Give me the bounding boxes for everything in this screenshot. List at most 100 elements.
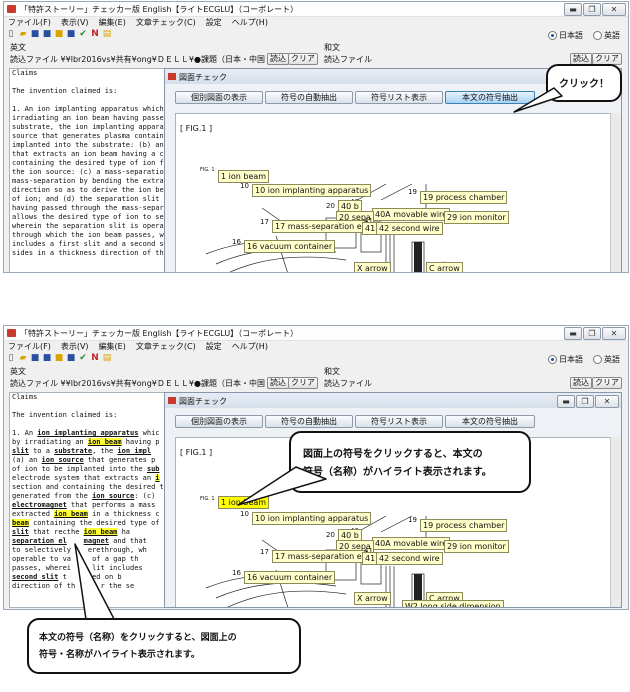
ref-term[interactable]: substrate	[54, 447, 92, 455]
menu-view[interactable]: 表示(V)	[57, 17, 95, 28]
ref-tag-19[interactable]: 19 process chamber	[420, 519, 508, 532]
tab-ref-list[interactable]: 符号リスト表示	[355, 91, 443, 104]
ref-term-highlighted[interactable]: ion beam	[54, 510, 88, 518]
tab-text-ref-extract[interactable]: 本文の符号抽出	[445, 415, 535, 428]
dialog-scrollbar[interactable]	[610, 437, 621, 607]
text-segment: : (c)	[134, 492, 156, 500]
minimize-icon[interactable]: ▬	[557, 395, 575, 408]
check-icon[interactable]: ✔	[78, 353, 88, 363]
ref-number-19: 19	[408, 516, 417, 524]
menu-view[interactable]: 表示(V)	[57, 341, 95, 352]
ref-term[interactable]: slit	[12, 528, 29, 536]
japanese-label: 和文	[324, 43, 340, 52]
menu-file[interactable]: ファイル(F)	[4, 341, 57, 352]
book-icon[interactable]: ▤	[102, 353, 112, 363]
maximize-icon[interactable]: ❐	[583, 3, 601, 16]
ref-term[interactable]: electromagnet	[12, 501, 67, 509]
close-icon[interactable]: ✕	[595, 395, 619, 408]
menu-settings[interactable]: 設定	[202, 17, 228, 28]
ref-tag-10[interactable]: 10 ion implanting apparatus	[252, 184, 372, 197]
tab-ref-list[interactable]: 符号リスト表示	[355, 415, 443, 428]
clear-button-right[interactable]: クリア	[592, 377, 622, 389]
text-line: section and containing the desired t	[10, 483, 165, 492]
tab-auto-extract[interactable]: 符号の自動抽出	[265, 415, 353, 428]
menu-file[interactable]: ファイル(F)	[4, 17, 57, 28]
tab-auto-extract[interactable]: 符号の自動抽出	[265, 91, 353, 104]
text-line: by irradiating an ion beam having p	[10, 438, 165, 447]
radio-japanese[interactable]: 日本語	[548, 354, 583, 365]
menu-check[interactable]: 文章チェック(C)	[132, 341, 202, 352]
ref-term[interactable]: ion implanting apparatus	[37, 429, 138, 437]
save-as-icon[interactable]: ■	[42, 353, 52, 363]
menu-edit[interactable]: 編集(E)	[95, 17, 132, 28]
read-button-left[interactable]: 読込	[267, 377, 289, 389]
read-button-left[interactable]: 読込	[267, 53, 289, 65]
ref-term[interactable]: ion impl	[117, 447, 151, 455]
ref-tag-19[interactable]: 19 process chamber	[420, 191, 508, 204]
export-icon[interactable]: ■	[66, 353, 76, 363]
n-icon[interactable]: N	[90, 29, 100, 39]
ref-term-highlighted[interactable]: ion beam	[87, 438, 122, 446]
radio-english[interactable]: 英語	[593, 354, 620, 365]
ref-tag-x[interactable]: X arrow	[354, 592, 391, 605]
text-segment: whic	[138, 429, 160, 437]
dialog-app-icon	[168, 397, 176, 404]
menu-settings[interactable]: 設定	[202, 341, 228, 352]
ref-tag-29[interactable]: 29 ion monitor	[444, 211, 509, 224]
menu-edit[interactable]: 編集(E)	[95, 341, 132, 352]
radio-japanese[interactable]: 日本語	[548, 30, 583, 41]
folder-open-icon[interactable]: ▰	[18, 353, 28, 363]
ref-term[interactable]: ion source	[92, 492, 134, 500]
minimize-icon[interactable]: ▬	[564, 3, 582, 16]
ref-tag-42[interactable]: 42 second wire	[376, 552, 443, 565]
check-icon[interactable]: ✔	[78, 29, 88, 39]
text-segment: 1. An	[12, 429, 38, 437]
n-icon[interactable]: N	[90, 353, 100, 363]
ref-tag-16[interactable]: 16 vacuum container	[244, 571, 336, 584]
save-copy-icon[interactable]: ■	[54, 29, 64, 39]
ref-number-16: 16	[232, 569, 241, 577]
folder-open-icon[interactable]: ▰	[18, 29, 28, 39]
ref-tag-29[interactable]: 29 ion monitor	[444, 540, 509, 553]
ref-tag-17[interactable]: 17 mass-separation el	[272, 220, 367, 233]
menu-check[interactable]: 文章チェック(C)	[132, 17, 202, 28]
maximize-icon[interactable]: ❐	[576, 395, 594, 408]
ref-tag-42[interactable]: 42 second wire	[376, 222, 443, 235]
ref-tag-16[interactable]: 16 vacuum container	[244, 240, 336, 253]
document-icon[interactable]: ▯	[6, 29, 16, 39]
save-copy-icon[interactable]: ■	[54, 353, 64, 363]
maximize-icon[interactable]: ❐	[583, 327, 601, 340]
japanese-label: 和文	[324, 367, 340, 376]
ref-tag-40A[interactable]: 40A movable wire	[372, 537, 451, 550]
save-as-icon[interactable]: ■	[42, 29, 52, 39]
ref-term[interactable]: sub	[147, 465, 160, 473]
ref-tag-w2[interactable]: W2 long side dimension	[402, 600, 504, 607]
close-icon[interactable]: ✕	[602, 327, 626, 340]
save-icon[interactable]: ■	[30, 29, 40, 39]
tab-individual-figure[interactable]: 個別図面の表示	[175, 91, 263, 104]
ref-term-highlighted[interactable]: beam	[12, 519, 29, 527]
clear-button-left[interactable]: クリア	[288, 377, 318, 389]
tab-individual-figure[interactable]: 個別図面の表示	[175, 415, 263, 428]
menu-help[interactable]: ヘルプ(H)	[228, 17, 274, 28]
minimize-icon[interactable]: ▬	[564, 327, 582, 340]
ref-tag-x[interactable]: X arrow	[354, 262, 391, 272]
dialog-scrollbar[interactable]	[610, 113, 621, 272]
clear-button-left[interactable]: クリア	[288, 53, 318, 65]
read-button-right[interactable]: 読込	[570, 377, 592, 389]
menu-help[interactable]: ヘルプ(H)	[228, 341, 274, 352]
ref-term-highlighted[interactable]: ion beam	[83, 528, 118, 536]
ref-tag-40A[interactable]: 40A movable wire	[372, 208, 451, 221]
document-icon[interactable]: ▯	[6, 353, 16, 363]
radio-english[interactable]: 英語	[593, 30, 620, 41]
ref-tag-c[interactable]: C arrow	[426, 262, 463, 272]
save-icon[interactable]: ■	[30, 353, 40, 363]
ref-term-highlighted[interactable]: i	[155, 474, 160, 482]
ref-term[interactable]: ion source	[42, 456, 84, 464]
book-icon[interactable]: ▤	[102, 29, 112, 39]
export-icon[interactable]: ■	[66, 29, 76, 39]
ref-term[interactable]: slit	[12, 447, 29, 455]
close-icon[interactable]: ✕	[602, 3, 626, 16]
ref-tag-17[interactable]: 17 mass-separation el	[272, 550, 367, 563]
english-text-pane[interactable]: Claims The invention claimed is: 1. An i…	[9, 68, 166, 272]
